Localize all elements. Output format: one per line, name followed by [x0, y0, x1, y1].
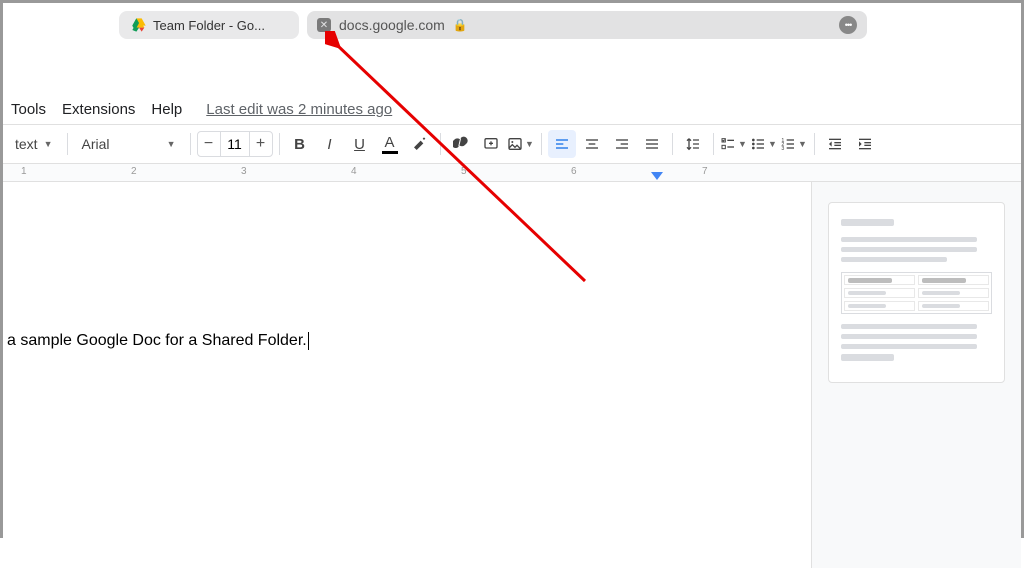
browser-tab-drive[interactable]: Team Folder - Go...: [119, 11, 299, 39]
close-icon[interactable]: ✕: [317, 18, 331, 32]
divider: [541, 133, 542, 155]
chevron-down-icon: ▼: [525, 139, 534, 149]
template-preview[interactable]: [828, 202, 1005, 383]
italic-button[interactable]: I: [316, 130, 344, 158]
paragraph-style-select[interactable]: text ▼: [7, 136, 61, 152]
skeleton-line: [841, 324, 977, 329]
numbered-list-button[interactable]: 123▼: [780, 130, 808, 158]
font-label: Arial: [82, 136, 110, 152]
toolbar: text ▼ Arial ▼ − 11 + B I U A ▼ ▼ ▼ 123▼: [3, 124, 1021, 164]
increase-indent-button[interactable]: [851, 130, 879, 158]
increase-font-button[interactable]: +: [250, 135, 272, 153]
svg-text:3: 3: [781, 146, 784, 152]
decrease-indent-button[interactable]: [821, 130, 849, 158]
last-edit-status[interactable]: Last edit was 2 minutes ago: [206, 101, 392, 118]
insert-link-button[interactable]: [447, 130, 475, 158]
align-right-button[interactable]: [608, 130, 636, 158]
ruler[interactable]: 1 2 3 4 5 6 7: [3, 164, 1021, 182]
address-text: docs.google.com: [339, 17, 445, 33]
skeleton-line: [841, 257, 947, 262]
divider: [67, 133, 68, 155]
insert-comment-button[interactable]: [477, 130, 505, 158]
side-panel: [811, 182, 1021, 568]
document-page[interactable]: a sample Google Doc for a Shared Folder.: [3, 182, 811, 568]
ruler-mark: 5: [461, 166, 467, 177]
divider: [672, 133, 673, 155]
menubar: Tools Extensions Help Last edit was 2 mi…: [3, 95, 1021, 124]
ruler-mark: 7: [702, 166, 708, 177]
skeleton-line: [841, 247, 977, 252]
line-spacing-button[interactable]: [679, 130, 707, 158]
menu-help[interactable]: Help: [151, 101, 182, 118]
align-left-button[interactable]: [548, 130, 576, 158]
divider: [440, 133, 441, 155]
menu-tools[interactable]: Tools: [11, 101, 46, 118]
bulleted-list-button[interactable]: ▼: [750, 130, 778, 158]
insert-image-button[interactable]: ▼: [507, 130, 535, 158]
divider: [713, 133, 714, 155]
font-family-select[interactable]: Arial ▼: [74, 136, 184, 152]
divider: [279, 133, 280, 155]
divider: [814, 133, 815, 155]
style-label: text: [15, 136, 38, 152]
chevron-down-icon: ▼: [768, 139, 777, 149]
content-area: a sample Google Doc for a Shared Folder.: [3, 182, 1021, 568]
document-body-text[interactable]: a sample Google Doc for a Shared Folder.: [7, 332, 307, 349]
align-justify-button[interactable]: [638, 130, 666, 158]
more-icon[interactable]: •••: [839, 16, 857, 34]
divider: [190, 133, 191, 155]
underline-button[interactable]: U: [346, 130, 374, 158]
browser-chrome: Team Folder - Go... ✕ docs.google.com 🔒 …: [3, 3, 1021, 47]
text-color-button[interactable]: A: [376, 130, 404, 158]
chevron-down-icon: ▼: [44, 139, 53, 149]
align-center-button[interactable]: [578, 130, 606, 158]
ruler-mark: 2: [131, 166, 137, 177]
skeleton-line: [841, 354, 894, 361]
skeleton-line: [841, 334, 977, 339]
menu-extensions[interactable]: Extensions: [62, 101, 135, 118]
tab-label: Team Folder - Go...: [153, 18, 265, 33]
google-drive-icon: [131, 17, 147, 33]
bold-button[interactable]: B: [286, 130, 314, 158]
checklist-button[interactable]: ▼: [720, 130, 748, 158]
font-size-value[interactable]: 11: [220, 132, 250, 156]
font-size-stepper[interactable]: − 11 +: [197, 131, 273, 157]
decrease-font-button[interactable]: −: [198, 135, 220, 153]
spacer: [3, 47, 1021, 95]
skeleton-line: [841, 219, 894, 226]
skeleton-table: [841, 272, 992, 314]
chevron-down-icon: ▼: [167, 139, 176, 149]
skeleton-line: [841, 237, 977, 242]
ruler-mark: 4: [351, 166, 357, 177]
chevron-down-icon: ▼: [798, 139, 807, 149]
right-indent-icon[interactable]: [651, 172, 663, 182]
skeleton-line: [841, 344, 977, 349]
text-cursor: [308, 332, 309, 350]
ruler-mark: 1: [21, 166, 27, 177]
highlight-button[interactable]: [406, 130, 434, 158]
chevron-down-icon: ▼: [738, 139, 747, 149]
address-bar[interactable]: ✕ docs.google.com 🔒 •••: [307, 11, 867, 39]
ruler-mark: 3: [241, 166, 247, 177]
ruler-mark: 6: [571, 166, 577, 177]
lock-icon: 🔒: [453, 18, 468, 32]
